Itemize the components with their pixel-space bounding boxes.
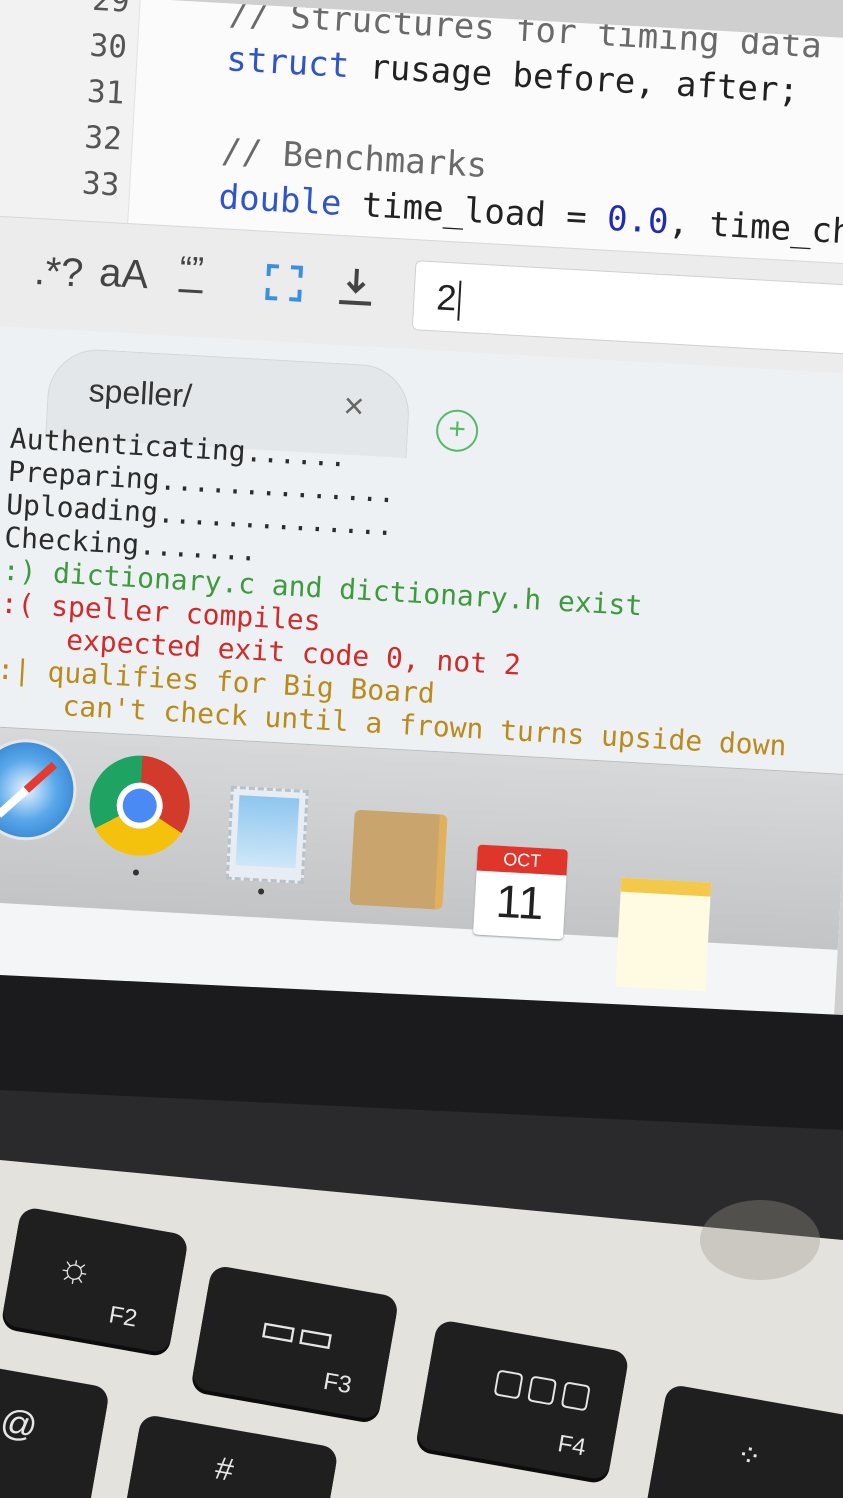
key-label: F3: [321, 1367, 354, 1400]
launchpad-icon: ▢▢▢: [489, 1360, 598, 1417]
keyboard-backlight-icon: ⁘: [733, 1437, 765, 1475]
mission-control-icon: ▭▭: [256, 1305, 339, 1362]
key-label: F4: [555, 1430, 588, 1462]
dirt-smudge: [700, 1200, 820, 1280]
photo-of-laptop: 29 30 31 32 33 // Structures for timing …: [0, 0, 843, 1498]
brightness-icon: ☼: [53, 1243, 97, 1294]
key-label: F2: [106, 1301, 140, 1333]
key-label: #: [212, 1449, 237, 1488]
at-sign-icon: @: [0, 1399, 41, 1447]
